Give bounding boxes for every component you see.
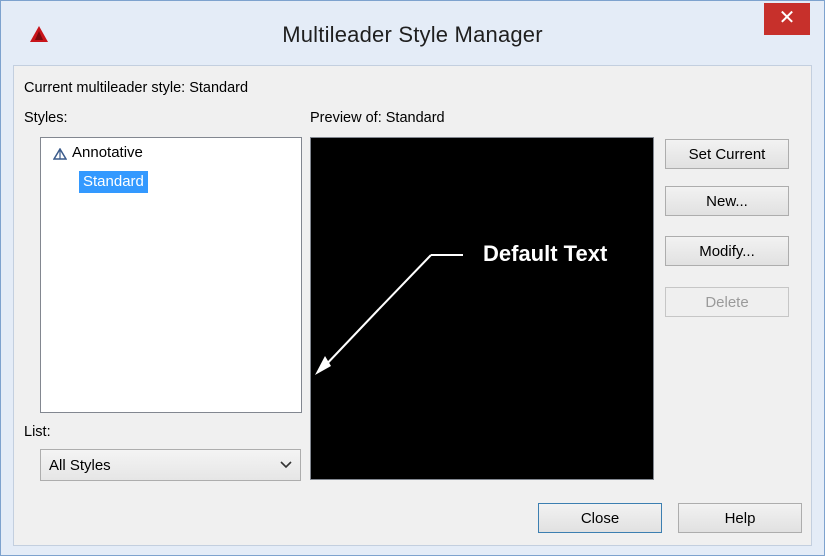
annotative-icon (53, 148, 67, 160)
styles-label: Styles: (24, 110, 68, 126)
leader-arrow-graphic (315, 254, 463, 375)
delete-button[interactable]: Delete (665, 287, 789, 317)
close-button[interactable]: Close (538, 503, 662, 533)
close-icon: ✕ (778, 7, 796, 29)
modify-button[interactable]: Modify... (665, 236, 789, 266)
list-filter-select[interactable]: All Styles (40, 449, 301, 481)
list-label: List: (24, 424, 51, 440)
dialog-window: Multileader Style Manager ✕ Current mult… (0, 0, 825, 556)
styles-listbox[interactable]: Annotative Standard (40, 137, 302, 413)
current-style-label: Current multileader style: Standard (24, 80, 249, 96)
chevron-down-icon (280, 461, 292, 469)
close-window-button[interactable]: ✕ (764, 3, 810, 35)
help-button[interactable]: Help (678, 503, 802, 533)
style-item-annotative[interactable]: Annotative (72, 142, 143, 164)
dialog-client-area: Current multileader style: Standard Styl… (13, 65, 812, 546)
new-button[interactable]: New... (665, 186, 789, 216)
title-bar[interactable]: Multileader Style Manager ✕ (1, 1, 824, 63)
style-preview-canvas: Default Text (310, 137, 654, 480)
style-item-standard[interactable]: Standard (79, 171, 148, 193)
preview-label: Preview of: Standard (310, 110, 445, 126)
list-filter-value: All Styles (49, 457, 111, 474)
window-title: Multileader Style Manager (282, 22, 543, 47)
preview-sample-text: Default Text (483, 241, 608, 266)
set-current-button[interactable]: Set Current (665, 139, 789, 169)
